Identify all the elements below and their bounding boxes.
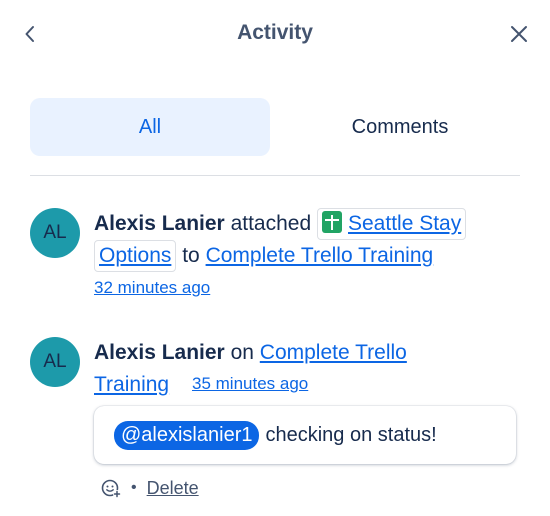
tab-comments[interactable]: Comments [280,98,520,156]
add-reaction-button[interactable] [100,477,122,499]
attachment-link[interactable]: Seattle Stay [348,212,461,235]
panel-title: Activity [237,21,313,44]
avatar[interactable]: AL [30,337,80,387]
avatar[interactable]: AL [30,208,80,258]
activity-timestamp[interactable]: 32 minutes ago [94,278,210,298]
card-link[interactable]: Complete Trello [260,341,407,364]
delete-comment-link[interactable]: Delete [147,478,199,499]
activity-action: attached [230,212,312,235]
activity-connector: to [182,244,200,267]
activity-timestamp[interactable]: 35 minutes ago [192,374,308,394]
add-reaction-icon [101,479,121,498]
attachment-chip[interactable]: Seattle Stay [317,208,467,240]
avatar-initials: AL [43,351,67,372]
card-link[interactable]: Complete Trello Training [206,244,434,267]
panel-header: Activity [0,0,550,68]
attachment-link-continued[interactable]: Options [99,244,171,267]
activity-entry-attachment: Alexis Lanier attached Seattle Stay Opti… [94,208,524,272]
attachment-chip-continued[interactable]: Options [94,240,177,272]
activity-action: on [230,341,254,364]
comment-actions: • Delete [100,476,199,500]
card-link-continued[interactable]: Training [94,373,169,396]
activity-entry-comment: Alexis Lanier on Complete Trello Trainin… [94,337,524,401]
google-sheets-icon [322,211,342,233]
divider [30,175,520,176]
tab-all[interactable]: All [30,98,270,156]
comment-text: checking on status! [265,423,437,446]
activity-user[interactable]: Alexis Lanier [94,212,225,235]
close-button[interactable] [503,18,535,50]
comment-bubble: @alexislanier1 checking on status! [94,406,516,464]
activity-user[interactable]: Alexis Lanier [94,341,225,364]
avatar-initials: AL [43,222,67,243]
user-mention[interactable]: @alexislanier1 [114,420,260,450]
separator: • [131,479,137,496]
close-icon [511,26,527,42]
activity-tabs: All Comments [30,98,520,156]
